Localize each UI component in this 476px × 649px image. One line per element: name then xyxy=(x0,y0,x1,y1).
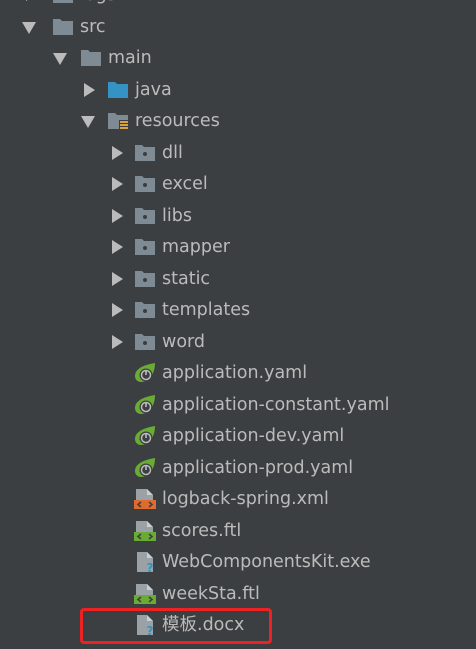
tree-item-label: logback-spring.xml xyxy=(162,489,329,509)
chevron-right-icon[interactable] xyxy=(110,146,124,160)
tree-item-application-constant-yaml[interactable]: application-constant.yaml xyxy=(0,389,476,420)
tree-item-main[interactable]: main xyxy=(0,42,476,73)
tree-item-application-prod-yaml[interactable]: application-prod.yaml xyxy=(0,452,476,483)
tree-item-label: libs xyxy=(162,206,192,226)
tree-item-template-docx[interactable]: ? 模板.docx xyxy=(0,609,476,640)
tree-item-label: WebComponentsKit.exe xyxy=(162,552,371,572)
xml-file-icon xyxy=(134,488,156,510)
tree-item-excel[interactable]: excel xyxy=(0,168,476,199)
chevron-right-icon[interactable] xyxy=(24,0,38,1)
folder-icon xyxy=(134,331,156,353)
chevron-down-icon[interactable] xyxy=(81,115,95,129)
folder-icon xyxy=(52,0,74,6)
tree-item-label: application-dev.yaml xyxy=(162,426,345,446)
spring-config-icon xyxy=(134,394,156,416)
chevron-right-icon[interactable] xyxy=(110,272,124,286)
tree-item-label: application.yaml xyxy=(162,363,308,383)
tree-item-weeksta-ftl[interactable]: weekSta.ftl xyxy=(0,578,476,609)
chevron-down-icon[interactable] xyxy=(53,52,67,66)
tree-item-resources[interactable]: resources xyxy=(0,105,476,136)
tree-item-webcomponentskit-exe[interactable]: ? WebComponentsKit.exe xyxy=(0,546,476,577)
chevron-right-icon[interactable] xyxy=(82,83,96,97)
chevron-down-icon[interactable] xyxy=(22,21,36,35)
folder-icon xyxy=(134,299,156,321)
tree-item-label: dll xyxy=(162,143,183,163)
folder-icon xyxy=(134,142,156,164)
spring-config-icon xyxy=(134,362,156,384)
svg-text:?: ? xyxy=(147,624,154,636)
source-folder-icon xyxy=(107,79,129,101)
tree-item-label: java xyxy=(135,80,172,100)
tree-item-mapper[interactable]: mapper xyxy=(0,231,476,262)
folder-icon xyxy=(80,47,102,69)
tree-item-label: static xyxy=(162,269,211,289)
spring-config-icon xyxy=(134,425,156,447)
freemarker-file-icon xyxy=(134,520,156,542)
chevron-right-icon[interactable] xyxy=(110,335,124,349)
chevron-right-icon[interactable] xyxy=(110,303,124,317)
tree-item-label: templates xyxy=(162,300,251,320)
tree-item-libs[interactable]: libs xyxy=(0,200,476,231)
tree-item-scores-ftl[interactable]: scores.ftl xyxy=(0,515,476,546)
tree-item-templates[interactable]: templates xyxy=(0,294,476,325)
resources-folder-icon xyxy=(107,110,129,132)
svg-text:?: ? xyxy=(147,561,154,573)
tree-item-logback-spring-xml[interactable]: logback-spring.xml xyxy=(0,483,476,514)
tree-item-label: logs xyxy=(80,0,116,6)
folder-icon xyxy=(134,173,156,195)
tree-item-label: main xyxy=(108,48,152,68)
folder-icon xyxy=(52,16,74,38)
tree-item-label: resources xyxy=(135,111,220,131)
folder-icon xyxy=(134,236,156,258)
tree-item-label: word xyxy=(162,332,206,352)
folder-icon xyxy=(134,268,156,290)
tree-item-label: src xyxy=(80,17,106,37)
tree-item-label: 模板.docx xyxy=(162,615,245,635)
tree-item-application-yaml[interactable]: application.yaml xyxy=(0,357,476,388)
tree-item-word[interactable]: word xyxy=(0,326,476,357)
unknown-file-icon: ? xyxy=(134,614,156,636)
folder-icon xyxy=(134,205,156,227)
tree-item-application-dev-yaml[interactable]: application-dev.yaml xyxy=(0,420,476,451)
chevron-right-icon[interactable] xyxy=(110,209,124,223)
unknown-file-icon: ? xyxy=(134,551,156,573)
tree-item-label: mapper xyxy=(162,237,230,257)
spring-config-icon xyxy=(134,457,156,479)
tree-item-logs[interactable]: logs xyxy=(0,0,476,10)
tree-item-static[interactable]: static xyxy=(0,263,476,294)
tree-item-label: scores.ftl xyxy=(162,521,242,541)
chevron-right-icon[interactable] xyxy=(110,240,124,254)
tree-item-label: excel xyxy=(162,174,208,194)
chevron-right-icon[interactable] xyxy=(110,177,124,191)
tree-item-label: application-constant.yaml xyxy=(162,395,390,415)
tree-item-dll[interactable]: dll xyxy=(0,137,476,168)
tree-item-src[interactable]: src xyxy=(0,11,476,42)
tree-item-label: application-prod.yaml xyxy=(162,458,354,478)
freemarker-file-icon xyxy=(134,583,156,605)
tree-item-java[interactable]: java xyxy=(0,74,476,105)
tree-item-label: weekSta.ftl xyxy=(162,584,260,604)
